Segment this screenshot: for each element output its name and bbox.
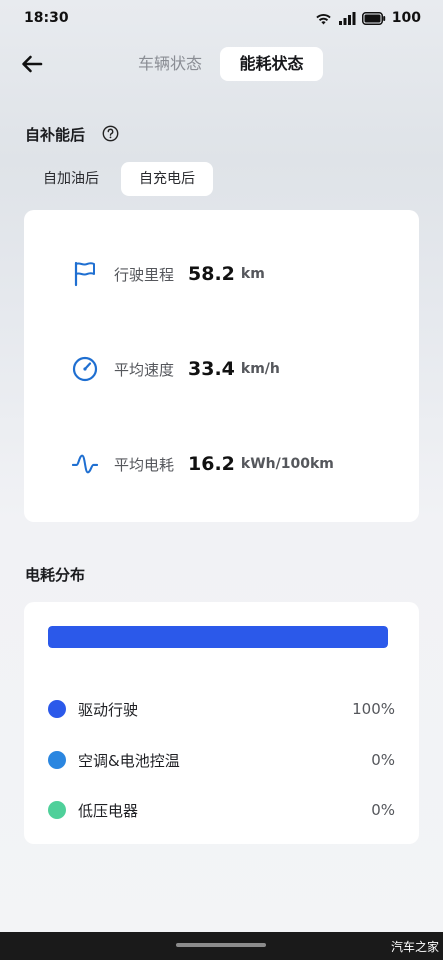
legend-percent: 0% bbox=[371, 751, 395, 769]
watermark: 汽车之家 bbox=[390, 940, 439, 954]
distribution-bar-fill bbox=[48, 626, 388, 648]
back-button[interactable] bbox=[18, 50, 46, 78]
metric-avg-consumption: 平均电耗 16.2 kWh/100km bbox=[72, 449, 334, 479]
legend-dot bbox=[48, 751, 66, 769]
system-nav-bar: 汽车之家 bbox=[0, 932, 443, 960]
metric-value: 16.2 bbox=[188, 453, 235, 475]
recharge-section-title: 自补能后 bbox=[25, 126, 86, 144]
speedometer-icon bbox=[72, 356, 98, 382]
status-icons: 100 bbox=[315, 10, 421, 26]
metric-unit: km bbox=[240, 266, 265, 282]
battery-icon bbox=[361, 11, 385, 25]
home-indicator[interactable] bbox=[176, 943, 266, 947]
metric-value: 58.2 bbox=[188, 263, 235, 285]
distribution-bar bbox=[48, 626, 388, 648]
distribution-card: 驱动行驶 100% 空调&电池控温 0% 低压电器 0% bbox=[24, 602, 419, 844]
signal-icon bbox=[338, 11, 356, 25]
help-icon[interactable] bbox=[102, 125, 119, 142]
arrow-left-icon bbox=[22, 55, 43, 73]
metric-mileage: 行驶里程 58.2 km bbox=[72, 259, 265, 289]
legend-label: 空调&电池控温 bbox=[78, 751, 180, 770]
question-circle-icon bbox=[102, 125, 119, 142]
legend-dot bbox=[48, 801, 66, 819]
subtab-after-refuel[interactable]: 自加油后 bbox=[25, 162, 117, 196]
top-tabs: 车辆状态 能耗状态 bbox=[120, 47, 325, 81]
legend-percent: 100% bbox=[352, 700, 395, 718]
metric-unit: kWh/100km bbox=[240, 456, 334, 472]
tab-vehicle-status[interactable]: 车辆状态 bbox=[120, 47, 220, 81]
metric-unit: km/h bbox=[240, 361, 280, 377]
legend-item-low-voltage: 低压电器 0% bbox=[48, 798, 395, 822]
flag-icon bbox=[72, 261, 98, 287]
distribution-title: 电耗分布 bbox=[25, 566, 86, 584]
metric-label: 平均电耗 bbox=[114, 455, 175, 474]
wifi-icon bbox=[316, 13, 331, 24]
legend-label: 驱动行驶 bbox=[78, 700, 139, 719]
metric-avg-speed: 平均速度 33.4 km/h bbox=[72, 354, 280, 384]
legend-percent: 0% bbox=[371, 801, 395, 819]
metric-label: 行驶里程 bbox=[114, 265, 175, 284]
metrics-card: 行驶里程 58.2 km 平均速度 33.4 km/h 平均电耗 16.2 kW… bbox=[24, 210, 419, 522]
metric-label: 平均速度 bbox=[114, 360, 175, 379]
legend-item-drive: 驱动行驶 100% bbox=[48, 697, 395, 721]
legend-dot bbox=[48, 700, 66, 718]
metric-value: 33.4 bbox=[188, 358, 235, 380]
subtab-after-charge[interactable]: 自充电后 bbox=[121, 162, 213, 196]
battery-percent: 100 bbox=[391, 10, 421, 26]
tab-energy-status[interactable]: 能耗状态 bbox=[220, 47, 323, 81]
legend-label: 低压电器 bbox=[78, 801, 139, 820]
status-bar: 18:30 100 bbox=[0, 0, 443, 38]
legend-item-ac-battery: 空调&电池控温 0% bbox=[48, 748, 395, 772]
recharge-subtabs: 自加油后 自充电后 bbox=[25, 162, 213, 196]
wave-icon bbox=[72, 451, 98, 477]
status-time: 18:30 bbox=[24, 10, 69, 26]
